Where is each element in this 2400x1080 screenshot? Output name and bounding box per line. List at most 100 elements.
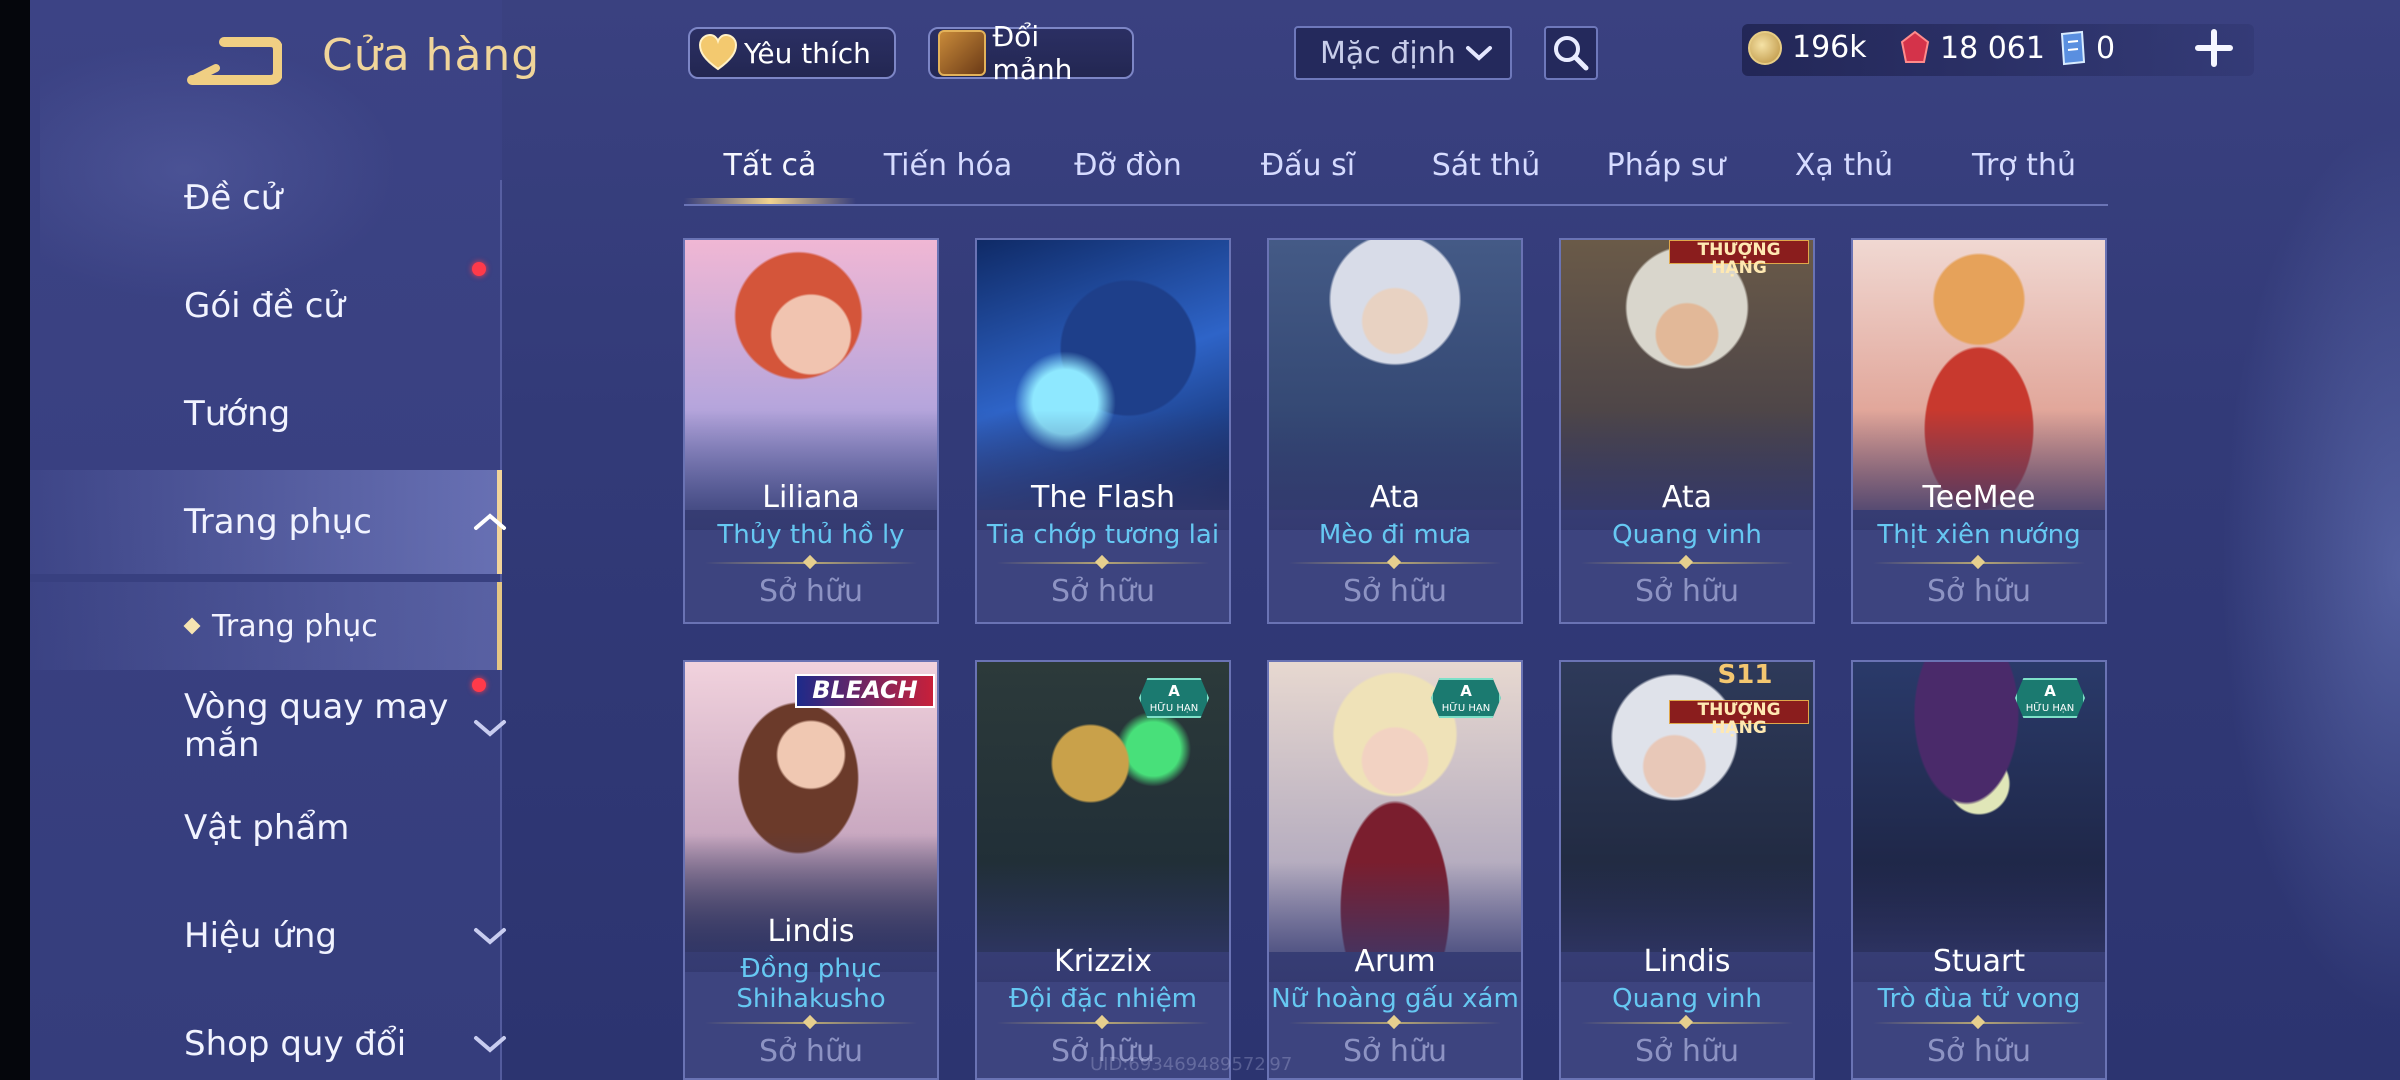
skin-card[interactable]: Liliana Thủy thủ hồ ly Sở hữu (683, 238, 939, 624)
sidebar-item-effects[interactable]: Hiệu ứng (30, 884, 506, 988)
season-badge: S11 (1717, 660, 1773, 690)
sidebar-item-label: Vòng quay may mắn (184, 688, 448, 764)
divider-ornament (1386, 554, 1402, 570)
sidebar-item-lucky-wheel[interactable]: Vòng quay may mắn (30, 672, 506, 780)
tab-support[interactable]: Trợ thủ (1940, 148, 2108, 183)
owned-status: Sở hữu (1635, 1034, 1739, 1069)
sidebar-item-heroes[interactable]: Tướng (30, 362, 502, 466)
owned-status: Sở hữu (1051, 574, 1155, 609)
role-tabs: Tất cả Tiến hóa Đỡ đòn Đấu sĩ Sát thủ Ph… (684, 140, 2108, 206)
notification-dot (472, 678, 486, 692)
divider-ornament (1094, 1014, 1110, 1030)
skin-name: Thịt xiên nướng (1877, 520, 2081, 550)
hero-name: Krizzix (1054, 944, 1152, 979)
hero-name: Liliana (762, 480, 860, 515)
sidebar-item-recommended-packs[interactable]: Gói đề cử (30, 254, 502, 358)
voucher-icon (2060, 30, 2086, 66)
sidebar-item-recommended[interactable]: Đề cử (30, 146, 502, 250)
tab-fighter[interactable]: Đấu sĩ (1224, 148, 1392, 183)
diamond-bullet-icon (183, 617, 201, 635)
chevron-down-icon (474, 1036, 506, 1053)
gold-coin-icon (1748, 30, 1782, 65)
search-button[interactable] (1544, 26, 1598, 80)
sidebar-item-label: Vật phẩm (184, 808, 350, 848)
skin-name: Mèo đi mưa (1318, 520, 1472, 550)
sort-dropdown[interactable]: Mặc định (1294, 26, 1512, 80)
collab-badge: BLEACH (795, 674, 935, 708)
badge-limited: HỮU HẠN (1149, 703, 1199, 714)
back-arrow-icon (187, 37, 283, 85)
notification-dot (472, 262, 486, 276)
tab-evolution[interactable]: Tiến hóa (864, 148, 1032, 183)
sidebar-item-label: Tướng (184, 394, 291, 434)
owned-status: Sở hữu (1343, 1034, 1447, 1069)
tab-marksman[interactable]: Xạ thủ (1760, 148, 1928, 183)
divider-ornament (1678, 554, 1694, 570)
sidebar-item-exchange-shop[interactable]: Shop quy đổi (30, 992, 506, 1080)
hero-name: Ata (1369, 480, 1421, 515)
sidebar-item-label: Đề cử (184, 178, 283, 218)
hero-name: Stuart (1932, 944, 2026, 979)
skin-card[interactable]: Ata Mèo đi mưa Sở hữu (1267, 238, 1523, 624)
uid-watermark: UID:693469489572 97 (1090, 1054, 1293, 1075)
hero-name: Lindis (767, 914, 855, 949)
sidebar-subitem-skins[interactable]: Trang phục (30, 582, 502, 670)
skin-card[interactable]: A HỮU HẠN Stuart Trò đùa tử vong Sở hữu (1851, 660, 2107, 1080)
skin-name: Tia chớp tương lai (986, 520, 1220, 550)
favorites-button[interactable]: Yêu thích (688, 27, 896, 79)
screen-edge (0, 0, 30, 1080)
shard-chest-icon (938, 30, 987, 76)
skin-name-line-2: Shihakusho (736, 984, 886, 1014)
divider-ornament (802, 554, 818, 570)
owned-status: Sở hữu (1343, 574, 1447, 609)
skin-name: Quang vinh (1612, 520, 1762, 550)
chevron-up-icon (474, 513, 506, 530)
ticket-currency: 0 (2058, 30, 2115, 66)
sidebar-item-items[interactable]: Vật phẩm (30, 776, 502, 880)
owned-status: Sở hữu (1927, 574, 2031, 609)
ruby-currency: 18 061 (1900, 30, 2045, 66)
label-line-1: Vòng quay may (184, 687, 449, 727)
tab-assassin[interactable]: Sát thủ (1402, 148, 1570, 183)
skin-card[interactable]: BLEACH Lindis Đồng phục Shihakusho Sở hữ… (683, 660, 939, 1080)
skin-card[interactable]: A HỮU HẠN Krizzix Đội đặc nhiệm Sở hữu (975, 660, 1231, 1080)
divider-ornament (1970, 1014, 1986, 1030)
skin-name-line-1: Đồng phục (740, 954, 882, 984)
skin-card[interactable]: S11 THƯỢNG HẠNG Lindis Quang vinh Sở hữu (1559, 660, 1815, 1080)
plus-icon (2195, 29, 2233, 67)
background-glow (2220, 120, 2400, 1020)
divider-ornament (1094, 554, 1110, 570)
rank-badge: THƯỢNG HẠNG (1669, 240, 1809, 277)
sidebar-item-skins[interactable]: Trang phục (30, 470, 506, 574)
hero-name: Lindis (1643, 944, 1731, 979)
divider-ornament (802, 1014, 818, 1030)
chevron-down-icon (474, 720, 506, 737)
back-button[interactable] (186, 34, 283, 88)
exchange-shards-button[interactable]: Đổi mảnh (928, 20, 1134, 86)
favorites-label: Yêu thích (744, 36, 871, 70)
badge-grade: A (2044, 682, 2056, 700)
gold-currency: 196k (1748, 30, 1867, 65)
badge-grade: A (1460, 682, 1472, 700)
tab-mage[interactable]: Pháp sư (1582, 148, 1750, 183)
divider-ornament (1970, 554, 1986, 570)
owned-status: Sở hữu (759, 574, 863, 609)
owned-status: Sở hữu (1927, 1034, 2031, 1069)
ruby-icon (1900, 30, 1930, 63)
hero-name: TeeMee (1922, 480, 2036, 515)
sidebar-item-label: Gói đề cử (184, 286, 345, 326)
label-line-2: mắn (184, 725, 260, 765)
shop-screen: Cửa hàng Yêu thích Đổi mảnh Mặc định 196… (0, 0, 2400, 1080)
skin-card[interactable]: A HỮU HẠN Arum Nữ hoàng gấu xám Sở hữu (1267, 660, 1523, 1080)
hero-name: Arum (1354, 944, 1436, 979)
skin-card[interactable]: THƯỢNG HẠNG Ata Quang vinh Sở hữu (1559, 238, 1815, 624)
hero-name: The Flash (1031, 480, 1175, 515)
skin-card[interactable]: TeeMee Thịt xiên nướng Sở hữu (1851, 238, 2107, 624)
rank-badge: THƯỢNG HẠNG (1669, 700, 1809, 737)
top-up-button[interactable] (2192, 26, 2236, 70)
tab-all[interactable]: Tất cả (684, 148, 856, 183)
tab-tank[interactable]: Đỡ đòn (1044, 148, 1212, 183)
artwork-shade (685, 832, 937, 972)
badge-grade: A (1168, 682, 1180, 700)
skin-card[interactable]: The Flash Tia chớp tương lai Sở hữu (975, 238, 1231, 624)
